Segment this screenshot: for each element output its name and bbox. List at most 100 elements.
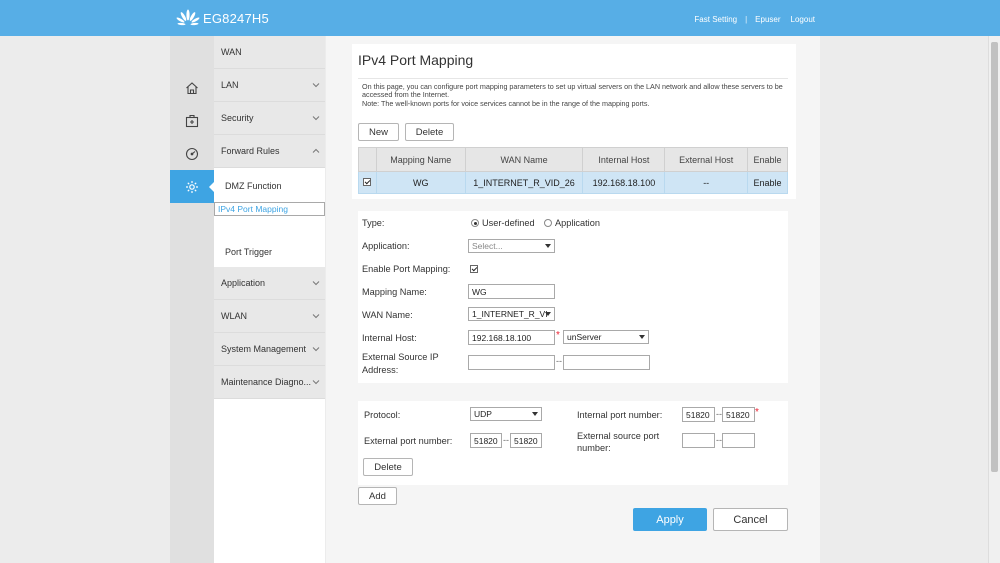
range-dash: -- [556,356,562,366]
nav-diagnose[interactable] [170,104,214,137]
menu-wan-label: WAN [221,47,242,57]
logout-link[interactable]: Logout [791,15,815,24]
menu-forward-rules-label: Forward Rules [221,146,280,156]
delete-port-button[interactable]: Delete [363,458,413,476]
external-port-start-input[interactable]: 51820 [470,433,502,448]
external-source-ip-end-input[interactable] [563,355,650,370]
internal-port-end-input[interactable]: 51820 [722,407,755,422]
link-separator: | [745,15,748,24]
submenu-port-trigger[interactable]: Port Trigger [214,235,325,268]
dropdown-arrow-icon [639,335,645,339]
top-links: Fast Setting | Epuser Logout [694,15,815,24]
table-header-internal-host: Internal Host [582,147,666,172]
nav-settings[interactable] [170,170,215,203]
chevron-down-icon [312,347,320,352]
table-header-enable: Enable [747,147,788,172]
cell-enable: Enable [747,171,788,194]
external-port-end-input[interactable]: 51820 [510,433,542,448]
delete-button[interactable]: Delete [405,123,454,141]
table-header-mapping-name: Mapping Name [375,147,466,172]
range-dash: -- [503,435,509,445]
description-text: On this page, you can configure port map… [362,82,783,100]
external-port-label: External port number: [364,436,453,446]
mapping-name-input[interactable]: WG [468,284,555,299]
protocol-label: Protocol: [364,410,401,420]
menu-wan[interactable]: WAN [214,36,325,69]
huawei-logo-icon [176,9,200,26]
internal-host-label: Internal Host: [362,333,417,343]
menu-wlan[interactable]: WLAN [214,300,325,333]
application-select-value: Select... [472,241,503,251]
external-source-port-start-input[interactable] [682,433,715,448]
table-header-select [358,147,377,172]
external-source-ip-start-input[interactable] [468,355,555,370]
type-user-defined-radio[interactable] [471,219,479,227]
menu-security[interactable]: Security [214,102,325,135]
new-button[interactable]: New [358,123,399,141]
internal-port-start-input[interactable]: 51820 [682,407,715,422]
cell-internal-host: 192.168.18.100 [582,171,666,194]
dropdown-arrow-icon [545,244,551,248]
internal-host-select-value: unServer [567,332,602,342]
external-source-port-label: External source port number: [577,431,660,453]
scrollbar-thumb[interactable] [991,42,998,472]
protocol-select[interactable]: UDP [470,407,542,421]
note-text: Note: The well-known ports for voice ser… [362,98,650,108]
submenu-port-trigger-label: Port Trigger [225,246,273,257]
menu-application[interactable]: Application [214,267,325,300]
table-row[interactable]: WG 1_INTERNET_R_VID_26 192.168.18.100 --… [358,171,788,194]
side-menu: WAN LAN Security Forward Rules DMZ Funct… [214,36,325,563]
table-header-external-host: External Host [664,147,749,172]
chevron-down-icon [312,380,320,385]
row-checkbox[interactable] [363,177,372,186]
icon-nav [170,36,215,563]
external-source-port-end-input[interactable] [722,433,755,448]
application-select[interactable]: Select... [468,239,555,253]
type-application-radio[interactable] [544,219,552,227]
wan-name-select-value: 1_INTERNET_R_VI [472,309,548,319]
menu-lan[interactable]: LAN [214,69,325,102]
menu-maintenance-label: Maintenance Diagno... [221,377,312,387]
nav-status[interactable] [170,137,214,170]
application-label: Application: [362,241,410,251]
menu-maintenance[interactable]: Maintenance Diagno... [214,366,325,399]
vertical-scrollbar[interactable] [988,36,1000,563]
wan-name-label: WAN Name: [362,310,413,320]
home-icon [186,81,198,94]
enable-port-mapping-label: Enable Port Mapping: [362,264,451,274]
enable-port-mapping-checkbox[interactable] [470,265,478,273]
row-select-cell[interactable] [358,171,377,194]
cancel-button[interactable]: Cancel [713,508,788,531]
submenu-dmz-label: DMZ Function [225,180,282,191]
menu-lan-label: LAN [221,80,239,90]
chevron-down-icon [312,83,320,88]
title-divider [358,78,788,79]
wan-name-select[interactable]: 1_INTERNET_R_VI [468,307,555,321]
internal-port-label: Internal port number: [577,410,663,420]
mapping-table: Mapping Name WAN Name Internal Host Exte… [358,147,788,194]
apply-button[interactable]: Apply [633,508,707,531]
chevron-down-icon [312,314,320,319]
user-link[interactable]: Epuser [755,15,780,24]
gear-icon [186,180,198,193]
type-application-label: Application [555,218,600,228]
brand-logo: EG8247H5 [176,9,269,27]
menu-security-label: Security [221,113,254,123]
menu-forward-rules[interactable]: Forward Rules [214,135,325,168]
chevron-down-icon [312,281,320,286]
submenu-dmz[interactable]: DMZ Function [214,169,325,202]
internal-host-input[interactable]: 192.168.18.100 [468,330,555,345]
table-header-wan-name: WAN Name [464,147,584,172]
internal-host-select[interactable]: unServer [563,330,649,344]
menu-system-management[interactable]: System Management [214,333,325,366]
submenu-ipv4-label: IPv4 Port Mapping [218,204,288,214]
fast-setting-link[interactable]: Fast Setting [694,15,737,24]
dropdown-arrow-icon [532,412,538,416]
nav-home[interactable] [170,71,214,104]
dropdown-arrow-icon [545,312,551,316]
submenu-ipv4-port-mapping[interactable]: IPv4 Port Mapping [214,202,325,216]
protocol-select-value: UDP [474,409,492,419]
menu-system-management-label: System Management [221,344,307,354]
cell-wan-name: 1_INTERNET_R_VID_26 [464,171,584,194]
add-port-button[interactable]: Add [358,487,397,505]
